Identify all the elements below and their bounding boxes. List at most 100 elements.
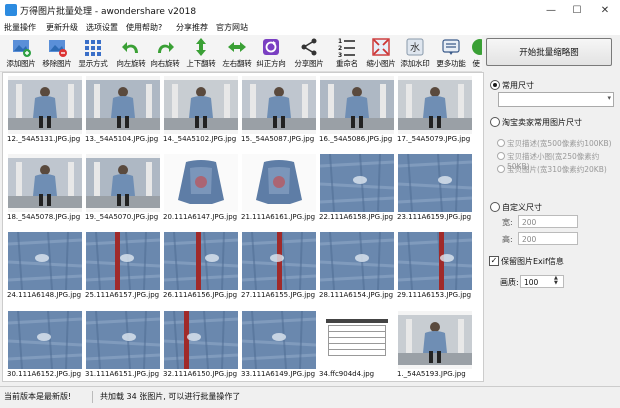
start-batch-button[interactable]: 开始批量缩略图 bbox=[486, 38, 612, 66]
common-size-label: 常用尺寸 bbox=[502, 81, 534, 90]
thumbnail-image[interactable] bbox=[8, 76, 82, 134]
svg-text:1: 1 bbox=[338, 38, 342, 45]
thumbnail-caption: 28.111A6154.JPG.jpg bbox=[319, 291, 394, 299]
flip-vertical-icon bbox=[184, 37, 218, 57]
menu-settings[interactable]: 选项设置 bbox=[86, 22, 118, 33]
thumbnail-caption: 27.111A6155.JPG.jpg bbox=[241, 291, 316, 299]
thumbnail-image[interactable] bbox=[398, 311, 472, 369]
common-size-radio[interactable] bbox=[490, 80, 500, 90]
watermark-icon: 水 bbox=[398, 37, 432, 57]
menu-batch[interactable]: 批量操作 bbox=[4, 22, 36, 33]
use-icon bbox=[470, 37, 482, 57]
thumbnail-caption: 15._54A5087.JPG.jpg bbox=[241, 135, 315, 143]
thumbnail-caption: 14._54A5102.JPG.jpg bbox=[163, 135, 237, 143]
rotate-left-icon bbox=[114, 37, 148, 57]
taobao-option-1-radio[interactable] bbox=[497, 139, 505, 147]
toolbar-label: 向左旋转 bbox=[116, 59, 146, 68]
chevron-down-icon: ▾ bbox=[607, 94, 611, 102]
thumbnail-image[interactable] bbox=[320, 76, 394, 134]
toolbar-label: 显示方式 bbox=[78, 59, 108, 68]
toolbar-button-remove-image[interactable]: 移除图片 bbox=[40, 35, 74, 71]
toolbar-button-flip-horizontal[interactable]: 左右翻转 bbox=[220, 35, 254, 71]
quality-stepper[interactable]: ▲ ▼ bbox=[554, 276, 558, 286]
toolbar-button-add-image[interactable]: 添加图片 bbox=[4, 35, 38, 71]
thumbnail-image[interactable] bbox=[8, 232, 82, 290]
toolbar-button-share[interactable]: 分享图片 bbox=[292, 35, 326, 71]
thumbnail-image[interactable] bbox=[164, 154, 238, 212]
toolbar-button-correct-orientation[interactable]: 纠正方向 bbox=[254, 35, 288, 71]
thumbnail-image[interactable] bbox=[164, 232, 238, 290]
taobao-size-radio[interactable] bbox=[490, 117, 500, 127]
custom-size-radio[interactable] bbox=[490, 202, 500, 212]
menu-update[interactable]: 更新升级 bbox=[46, 22, 78, 33]
menu-help[interactable]: 使用帮助? bbox=[126, 22, 162, 33]
toolbar-button-display-mode[interactable]: 显示方式 bbox=[76, 35, 110, 71]
thumbnail-image[interactable] bbox=[242, 76, 316, 134]
status-message: 共加载 34 张图片, 可以进行批量操作了 bbox=[100, 392, 241, 401]
thumbnail-caption: 17._54A5079.JPG.jpg bbox=[397, 135, 471, 143]
rename-icon: 123 bbox=[330, 37, 364, 57]
thumbnail-image[interactable] bbox=[398, 76, 472, 134]
minimize-button[interactable]: — bbox=[538, 0, 564, 20]
thumbnail-caption: 25.111A6157.JPG.jpg bbox=[85, 291, 160, 299]
add-image-icon bbox=[4, 37, 38, 57]
thumbnail-caption: 19._54A5070.JPG.jpg bbox=[85, 213, 159, 221]
status-divider bbox=[92, 391, 93, 403]
toolbar-button-shrink-image[interactable]: 缩小图片 bbox=[364, 35, 398, 71]
quality-label: 画质: bbox=[500, 278, 519, 287]
remove-image-icon bbox=[40, 37, 74, 57]
toolbar-button-rotate-right[interactable]: 向右旋转 bbox=[148, 35, 182, 71]
thumbnail-image[interactable] bbox=[242, 311, 316, 369]
height-input[interactable]: 200 bbox=[518, 232, 578, 245]
display-mode-icon bbox=[76, 37, 110, 57]
toolbar-button-rename[interactable]: 1 2 3 重命名 bbox=[330, 35, 364, 71]
thumbnail-caption: 33.111A6149.JPG.jpg bbox=[241, 370, 316, 378]
width-input[interactable]: 200 bbox=[518, 215, 578, 228]
thumbnail-caption: 31.111A6151.JPG.jpg bbox=[85, 370, 160, 378]
menu-share[interactable]: 分享推荐 bbox=[176, 22, 208, 33]
exif-label: 保留图片Exif信息 bbox=[501, 257, 564, 266]
toolbar-button-watermark[interactable]: 水添加水印 bbox=[398, 35, 432, 71]
thumbnail-image[interactable] bbox=[164, 311, 238, 369]
thumbnail-image[interactable] bbox=[320, 311, 394, 369]
taobao-option-1: 宝贝描述(宽500像素约100KB) bbox=[507, 139, 612, 148]
toolbar-button-use[interactable]: 使 bbox=[470, 35, 482, 71]
taobao-option-3-radio[interactable] bbox=[497, 165, 505, 173]
thumbnail-image[interactable] bbox=[242, 232, 316, 290]
thumbnail-image[interactable] bbox=[398, 154, 472, 212]
toolbar-button-rotate-left[interactable]: 向左旋转 bbox=[114, 35, 148, 71]
thumbnail-image[interactable] bbox=[8, 311, 82, 369]
thumbnail-image[interactable] bbox=[320, 154, 394, 212]
custom-size-label: 自定义尺寸 bbox=[502, 203, 542, 212]
close-button[interactable]: ✕ bbox=[592, 0, 618, 20]
taobao-option-2-radio[interactable] bbox=[497, 152, 505, 160]
height-label: 高: bbox=[502, 235, 513, 244]
toolbar-button-more-features[interactable]: 更多功能 bbox=[434, 35, 468, 71]
maximize-button[interactable]: ☐ bbox=[564, 0, 590, 20]
thumbnail-caption: 1._54A5193.JPG.jpg bbox=[397, 370, 466, 378]
thumbnail-caption: 16._54A5086.JPG.jpg bbox=[319, 135, 393, 143]
toolbar-button-flip-vertical[interactable]: 上下翻转 bbox=[184, 35, 218, 71]
common-size-select[interactable]: ▾ bbox=[498, 92, 614, 107]
exif-checkbox[interactable]: ✓ bbox=[489, 256, 499, 266]
menu-website[interactable]: 官方网站 bbox=[216, 22, 248, 33]
thumbnail-image[interactable] bbox=[164, 76, 238, 134]
correct-orientation-icon bbox=[254, 37, 288, 57]
thumbnail-image[interactable] bbox=[86, 232, 160, 290]
thumbnail-image[interactable] bbox=[8, 154, 82, 212]
thumbnail-caption: 26.111A6156.JPG.jpg bbox=[163, 291, 238, 299]
thumbnail-caption: 34.ffc904d4.jpg bbox=[319, 370, 375, 378]
toolbar-label: 添加图片 bbox=[6, 59, 36, 68]
thumbnail-image[interactable] bbox=[320, 232, 394, 290]
thumbnail-caption: 12._54A5131.JPG.jpg bbox=[7, 135, 81, 143]
thumbnail-caption: 32.111A6150.JPG.jpg bbox=[163, 370, 238, 378]
thumbnail-caption: 22.111A6158.JPG.jpg bbox=[319, 213, 394, 221]
thumbnail-image[interactable] bbox=[86, 76, 160, 134]
thumbnail-image[interactable] bbox=[86, 154, 160, 212]
thumbnail-image[interactable] bbox=[86, 311, 160, 369]
app-icon bbox=[5, 4, 17, 16]
toolbar-label: 添加水印 bbox=[400, 59, 430, 68]
thumbnail-image[interactable] bbox=[398, 232, 472, 290]
thumbnail-image[interactable] bbox=[242, 154, 316, 212]
svg-text:水: 水 bbox=[410, 42, 420, 54]
